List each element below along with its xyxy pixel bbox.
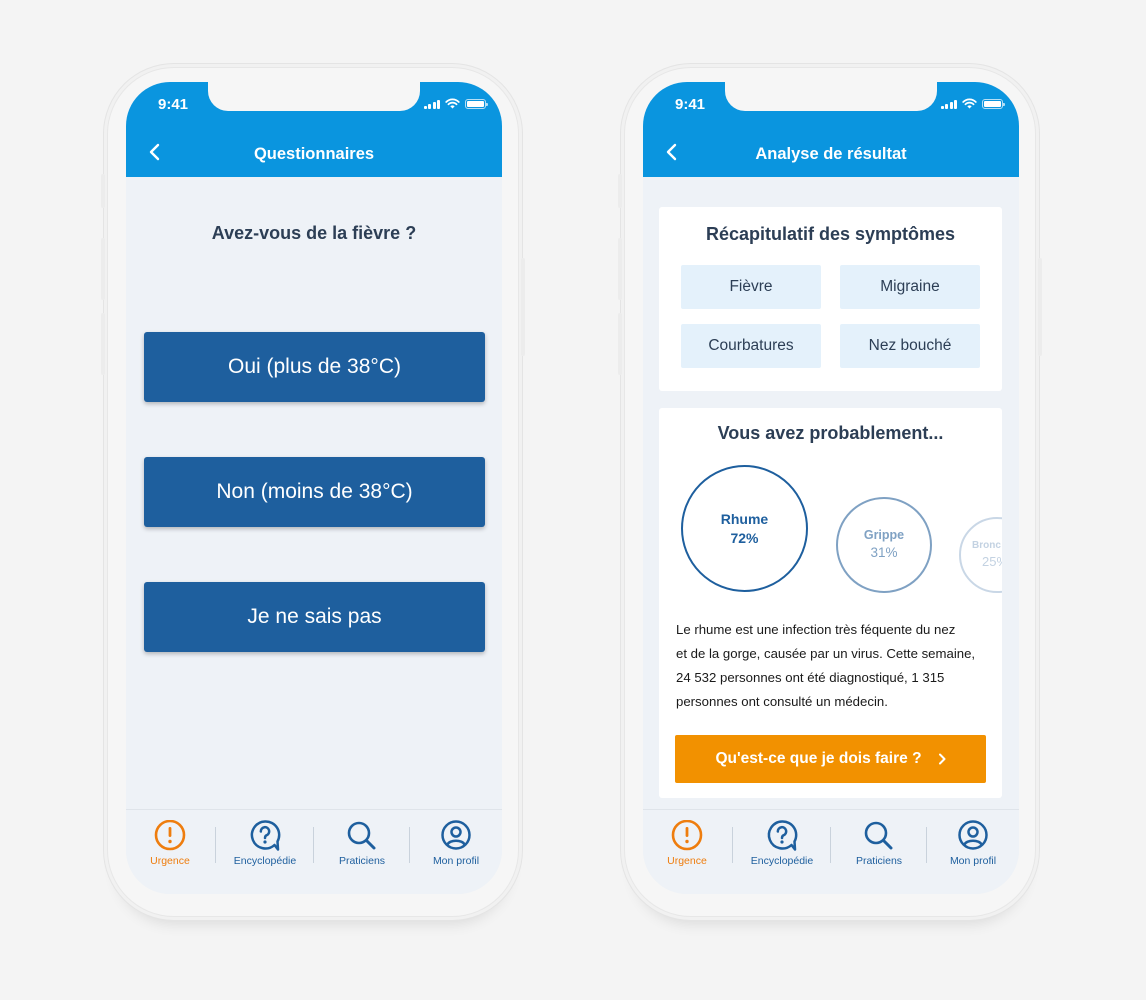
- tab-divider: [732, 827, 733, 863]
- description-line: personnes ont consulté un médecin.: [676, 694, 888, 709]
- phone-result: 9:41 Analyse de résultat Récapitulatif d…: [618, 68, 1042, 916]
- power-button: [1038, 258, 1042, 356]
- tab-divider: [830, 827, 831, 863]
- diagnosis-title: Vous avez probablement...: [717, 423, 944, 443]
- wifi-icon: [445, 98, 460, 109]
- tab-label: Encyclopédie: [233, 855, 297, 867]
- help-bubble-icon: [250, 820, 281, 851]
- what-to-do-button[interactable]: Qu'est-ce que je dois faire ?: [675, 735, 986, 783]
- mute-switch: [618, 174, 622, 208]
- battery-icon: [465, 99, 488, 109]
- status-time: 9:41: [675, 96, 706, 113]
- tab-encyclopedie[interactable]: Encyclopédie: [735, 810, 829, 875]
- diagnosis-circle-grippe[interactable]: Grippe 31%: [836, 497, 932, 593]
- tab-urgence[interactable]: Urgence: [643, 810, 734, 875]
- tab-mon-profil[interactable]: Mon profil: [926, 810, 1019, 875]
- status-icons: [423, 98, 488, 109]
- tab-praticiens[interactable]: Praticiens: [315, 810, 409, 875]
- notch: [725, 82, 937, 111]
- user-circle-icon: [958, 820, 988, 850]
- notch: [208, 82, 420, 111]
- tab-label: Urgence: [667, 855, 707, 867]
- question-text: Avez-vous de la fièvre ?: [211, 223, 417, 243]
- search-icon: [864, 821, 893, 850]
- volume-up-button: [618, 238, 622, 300]
- symptom-summary-card: Récapitulatif des symptômes Fièvre Migra…: [659, 207, 1002, 391]
- alert-circle-icon: [671, 820, 703, 851]
- page-title: Questionnaires: [253, 145, 375, 163]
- tab-praticiens[interactable]: Praticiens: [832, 810, 926, 875]
- search-icon: [347, 821, 376, 850]
- tab-label: Praticiens: [338, 855, 386, 867]
- description-line: Le rhume est une infection très féquente…: [676, 622, 956, 637]
- tab-urgence[interactable]: Urgence: [126, 810, 217, 875]
- app-header: 9:41 Analyse de résultat: [643, 82, 1019, 177]
- cta-label: Qu'est-ce que je dois faire ?: [715, 750, 922, 767]
- cellular-signal-icon: [940, 99, 957, 109]
- diagnosis-circle-bronchite[interactable]: Bronc 25%: [959, 517, 1002, 593]
- description-line: et de la gorge, causée par un virus. Cet…: [676, 646, 976, 661]
- tab-label: Encyclopédie: [750, 855, 814, 867]
- tab-label: Mon profil: [949, 855, 997, 867]
- battery-icon: [982, 99, 1005, 109]
- tab-label: Praticiens: [855, 855, 903, 867]
- diagnosis-name: Grippe: [863, 528, 905, 543]
- screen: 9:41 Questionnaires Avez-vous de la fièv…: [126, 82, 502, 894]
- screen: 9:41 Analyse de résultat Récapitulatif d…: [643, 82, 1019, 894]
- tab-divider: [313, 827, 314, 863]
- diagnosis-circle-rhume[interactable]: Rhume 72%: [681, 465, 808, 592]
- page-title: Analyse de résultat: [755, 145, 907, 163]
- answer-button-yes[interactable]: Oui (plus de 38°C): [144, 332, 485, 402]
- answer-button-unknown[interactable]: Je ne sais pas: [144, 582, 485, 652]
- diagnosis-name: Bronc: [972, 540, 1001, 552]
- wifi-icon: [962, 98, 977, 109]
- symptom-chip: Courbatures: [681, 324, 821, 368]
- symptom-chip: Nez bouché: [840, 324, 980, 368]
- diagnosis-percent: 31%: [870, 545, 898, 561]
- help-bubble-icon: [767, 820, 798, 851]
- diagnosis-name: Rhume: [720, 510, 769, 527]
- app-header: 9:41 Questionnaires: [126, 82, 502, 177]
- tab-mon-profil[interactable]: Mon profil: [409, 810, 502, 875]
- volume-down-button: [101, 313, 105, 375]
- mute-switch: [101, 174, 105, 208]
- tab-encyclopedie[interactable]: Encyclopédie: [218, 810, 312, 875]
- symptom-chip: Fièvre: [681, 265, 821, 309]
- status-time: 9:41: [158, 96, 189, 113]
- user-circle-icon: [441, 820, 471, 850]
- diagnosis-percent: 72%: [730, 529, 759, 546]
- tab-bar: Urgence Encyclopédie Praticiens Mon prof…: [126, 809, 502, 894]
- diagnosis-card: Vous avez probablement... Rhume 72% Grip…: [659, 408, 1002, 798]
- alert-circle-icon: [154, 820, 186, 851]
- volume-up-button: [101, 238, 105, 300]
- tab-bar: Urgence Encyclopédie Praticiens Mon prof…: [643, 809, 1019, 894]
- diagnosis-description: Le rhume est une infection très féquente…: [676, 618, 992, 714]
- cellular-signal-icon: [423, 99, 440, 109]
- symptom-summary-title: Récapitulatif des symptômes: [705, 224, 956, 244]
- answer-button-no[interactable]: Non (moins de 38°C): [144, 457, 485, 527]
- tab-label: Urgence: [150, 855, 190, 867]
- volume-down-button: [618, 313, 622, 375]
- power-button: [521, 258, 525, 356]
- description-line: 24 532 personnes ont été diagnostiqué, 1…: [676, 670, 945, 685]
- diagnosis-percent: 25%: [982, 553, 1002, 569]
- symptom-chip: Migraine: [840, 265, 980, 309]
- tab-divider: [215, 827, 216, 863]
- status-icons: [940, 98, 1005, 109]
- phone-questionnaire: 9:41 Questionnaires Avez-vous de la fièv…: [101, 68, 525, 916]
- tab-label: Mon profil: [432, 855, 480, 867]
- chevron-right-icon: [938, 753, 946, 765]
